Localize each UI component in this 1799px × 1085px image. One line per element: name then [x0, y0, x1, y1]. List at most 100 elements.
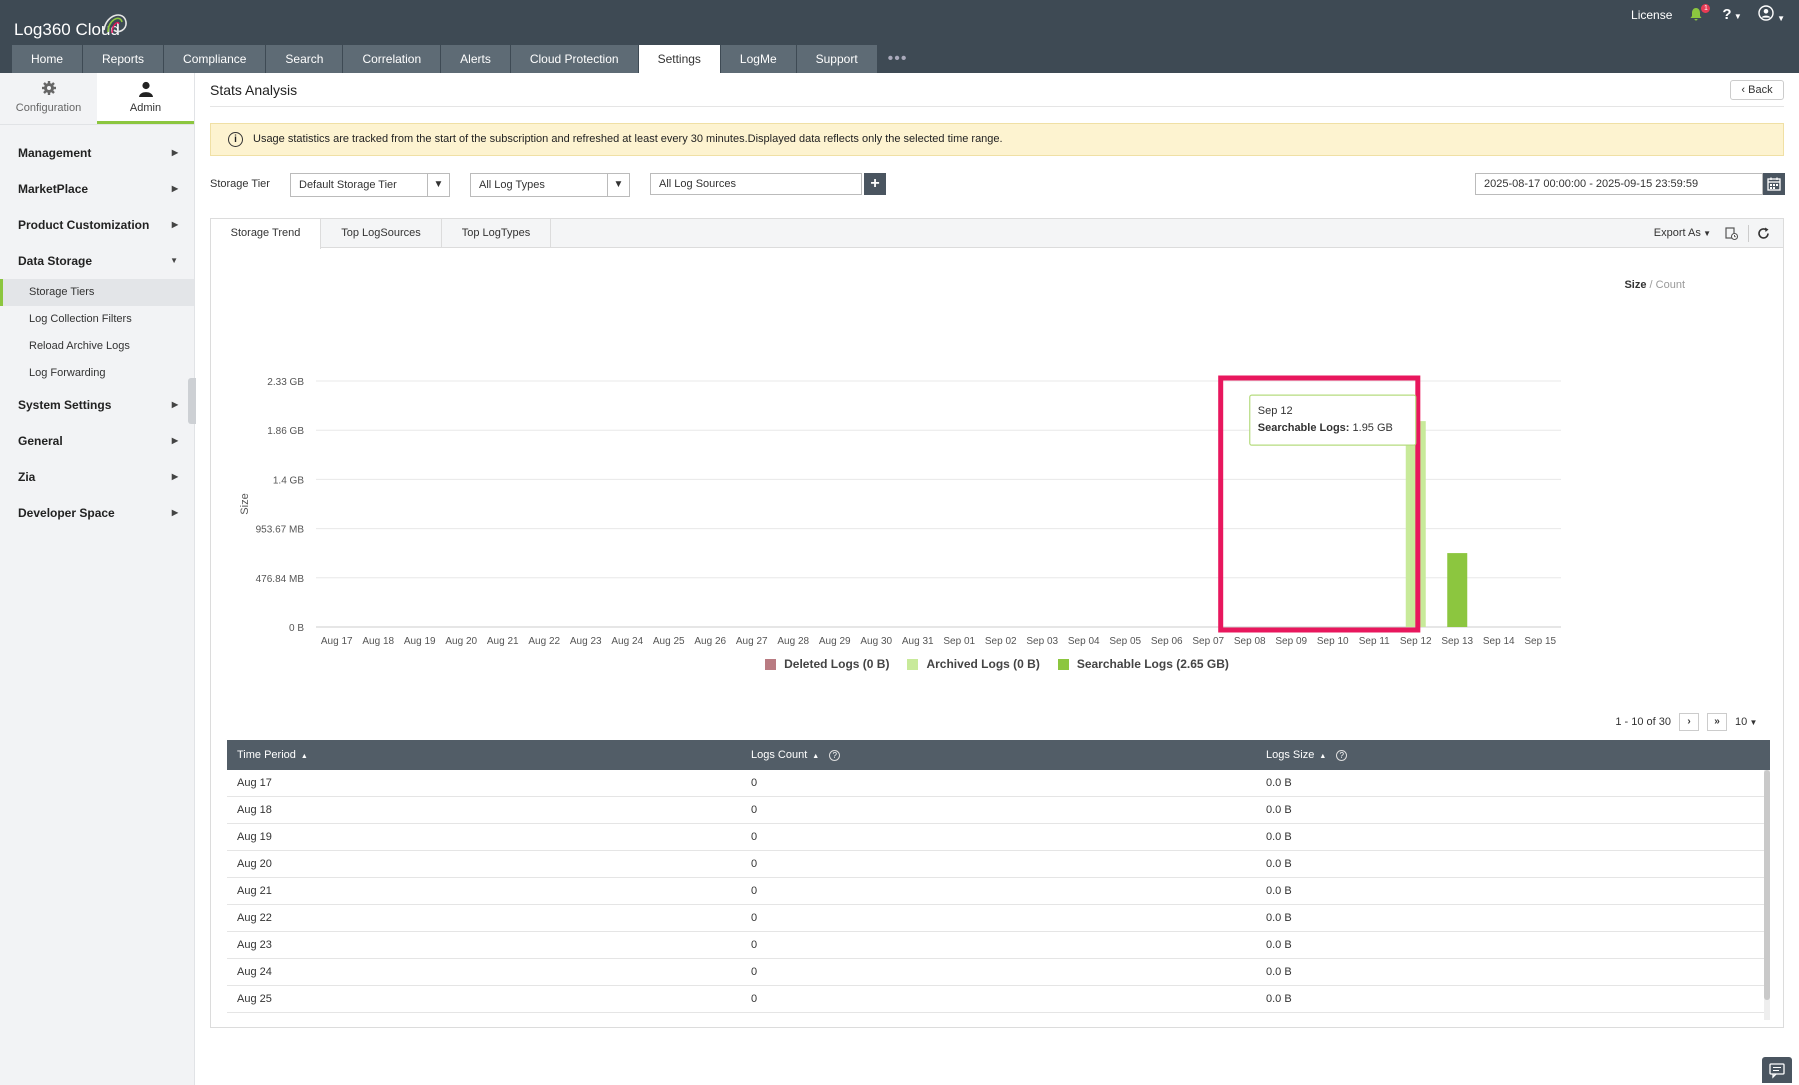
- col-time-period[interactable]: Time Period ▲: [227, 740, 741, 770]
- sidebar-item-product-customization[interactable]: Product Customization ▶: [0, 207, 194, 243]
- table-cell: Aug 22: [237, 912, 272, 924]
- notification-bell-icon[interactable]: 1: [1688, 3, 1711, 24]
- chevron-right-icon: ▶: [171, 472, 178, 481]
- sidebar-collapse-handle[interactable]: [188, 378, 196, 424]
- sidebar-item-storage-tiers[interactable]: Storage Tiers: [0, 279, 194, 306]
- info-icon: i: [228, 132, 243, 147]
- user-menu[interactable]: ▼: [1758, 5, 1785, 24]
- nav-tab-cloud-protection[interactable]: Cloud Protection: [510, 45, 639, 73]
- nav-tab-logme[interactable]: LogMe: [720, 45, 797, 73]
- table-row: Aug 20 0 0.0 B: [227, 851, 1770, 878]
- log-types-select[interactable]: All Log Types ▼: [470, 173, 630, 197]
- table-row: Aug 17 0 0.0 B: [227, 770, 1770, 797]
- configuration-switch[interactable]: Configuration: [0, 73, 97, 124]
- help-menu[interactable]: ? ▼: [1722, 6, 1741, 23]
- legend-swatch: [1057, 658, 1069, 670]
- schedule-export-icon[interactable]: [1724, 226, 1739, 241]
- table-row: Aug 25 0 0.0 B: [227, 986, 1770, 1013]
- page-size-value: 10: [1735, 716, 1748, 728]
- y-tick-label: 2.33 GB: [267, 377, 304, 388]
- date-range-input[interactable]: 2025-08-17 00:00:00 - 2025-09-15 23:59:5…: [1475, 173, 1763, 195]
- sidebar-item-marketplace[interactable]: MarketPlace ▶: [0, 171, 194, 207]
- nav-more-icon[interactable]: •••: [878, 45, 918, 73]
- table-cell: 0: [751, 804, 758, 816]
- sidebar-item-zia[interactable]: Zia ▶: [0, 459, 194, 495]
- x-tick-label: Sep 10: [1317, 636, 1349, 647]
- app-logo[interactable]: Log360 Cloud: [14, 14, 127, 40]
- legend-swatch: [907, 658, 919, 670]
- table-row: Aug 19 0 0.0 B: [227, 824, 1770, 851]
- toggle-count[interactable]: Count: [1656, 279, 1685, 291]
- sidebar-item-data-storage[interactable]: Data Storage ▼: [0, 243, 194, 279]
- nav-tab-reports[interactable]: Reports: [83, 45, 165, 73]
- table-row: Aug 18 0 0.0 B: [227, 797, 1770, 824]
- table-scrollbar[interactable]: [1764, 770, 1770, 1020]
- table-cell: 0.0 B: [1266, 804, 1292, 816]
- tab-top-logtypes[interactable]: Top LogTypes: [442, 219, 551, 248]
- refresh-icon[interactable]: [1756, 226, 1771, 241]
- license-link[interactable]: License: [1631, 8, 1672, 22]
- table-cell: 0.0 B: [1266, 939, 1292, 951]
- nav-tab-alerts[interactable]: Alerts: [441, 45, 511, 73]
- sidebar-item-management[interactable]: Management ▶: [0, 135, 194, 171]
- table-cell: Aug 21: [237, 885, 272, 897]
- legend-item[interactable]: Deleted Logs (0 B): [765, 657, 889, 671]
- col-logs-size[interactable]: Logs Size ▲?: [1256, 740, 1770, 770]
- legend-item[interactable]: Searchable Logs (2.65 GB): [1057, 657, 1229, 671]
- sidebar: Configuration Admin Management ▶ MarketPl…: [0, 73, 196, 1085]
- chat-button[interactable]: [1762, 1057, 1792, 1083]
- table-cell: 0: [751, 966, 758, 978]
- log-sources-input[interactable]: All Log Sources: [650, 173, 862, 195]
- table-cell: 0.0 B: [1266, 777, 1292, 789]
- x-tick-label: Aug 17: [321, 636, 353, 647]
- add-log-source-button[interactable]: +: [864, 173, 886, 195]
- tab-storage-trend[interactable]: Storage Trend: [211, 219, 321, 249]
- next-page-button[interactable]: ›: [1679, 713, 1699, 731]
- sidebar-item-log-collection-filters[interactable]: Log Collection Filters: [0, 306, 194, 333]
- last-page-button[interactable]: »: [1707, 713, 1727, 731]
- calendar-icon: [1767, 177, 1781, 191]
- x-tick-label: Sep 14: [1483, 636, 1515, 647]
- sidebar-item-system-settings[interactable]: System Settings ▶: [0, 387, 194, 423]
- table-cell: 0.0 B: [1266, 858, 1292, 870]
- scrollbar-thumb[interactable]: [1764, 770, 1770, 1000]
- sidebar-item-label: Zia: [18, 470, 36, 484]
- nav-tab-support[interactable]: Support: [796, 45, 878, 73]
- sidebar-item-developer-space[interactable]: Developer Space ▶: [0, 495, 194, 531]
- chevron-right-icon: ▶: [171, 436, 178, 445]
- table-cell: Aug 23: [237, 939, 272, 951]
- log-types-value: All Log Types: [479, 179, 545, 191]
- chevron-right-icon: ▶: [171, 400, 178, 409]
- export-as-menu[interactable]: Export As ▼: [1654, 219, 1711, 248]
- tab-top-logsources[interactable]: Top LogSources: [321, 219, 442, 248]
- table-cell: Aug 26: [227, 1013, 741, 1020]
- nav-tab-settings[interactable]: Settings: [638, 45, 721, 73]
- admin-switch[interactable]: Admin: [97, 73, 194, 124]
- sidebar-item-general[interactable]: General ▶: [0, 423, 194, 459]
- x-tick-label: Aug 29: [819, 636, 851, 647]
- sidebar-item-label: MarketPlace: [18, 182, 89, 196]
- sidebar-item-log-forwarding[interactable]: Log Forwarding: [0, 360, 194, 387]
- page-size-select[interactable]: 10 ▼: [1735, 713, 1769, 731]
- help-icon[interactable]: ?: [829, 749, 841, 761]
- help-icon[interactable]: ?: [1336, 749, 1348, 761]
- y-tick-label: 476.84 MB: [256, 574, 305, 585]
- sidebar-item-label: Developer Space: [18, 506, 115, 520]
- toggle-size[interactable]: Size: [1624, 279, 1646, 291]
- nav-tab-compliance[interactable]: Compliance: [164, 45, 267, 73]
- storage-tier-select[interactable]: Default Storage Tier ▼: [290, 173, 450, 197]
- sidebar-item-reload-archive-logs[interactable]: Reload Archive Logs: [0, 333, 194, 360]
- x-tick-label: Aug 22: [528, 636, 560, 647]
- x-tick-label: Sep 01: [943, 636, 975, 647]
- back-button[interactable]: ‹ Back: [1730, 80, 1784, 100]
- calendar-button[interactable]: [1763, 173, 1785, 195]
- tooltip-title: Sep 12: [1258, 405, 1293, 417]
- nav-tab-search[interactable]: Search: [266, 45, 344, 73]
- col-logs-count[interactable]: Logs Count ▲?: [741, 740, 1256, 770]
- legend-item[interactable]: Archived Logs (0 B): [907, 657, 1040, 671]
- title-divider: [210, 106, 1784, 107]
- x-tick-label: Sep 11: [1359, 636, 1390, 647]
- size-count-toggle[interactable]: Size / Count: [1624, 279, 1685, 291]
- nav-tab-correlation[interactable]: Correlation: [343, 45, 442, 73]
- nav-tab-home[interactable]: Home: [12, 45, 84, 73]
